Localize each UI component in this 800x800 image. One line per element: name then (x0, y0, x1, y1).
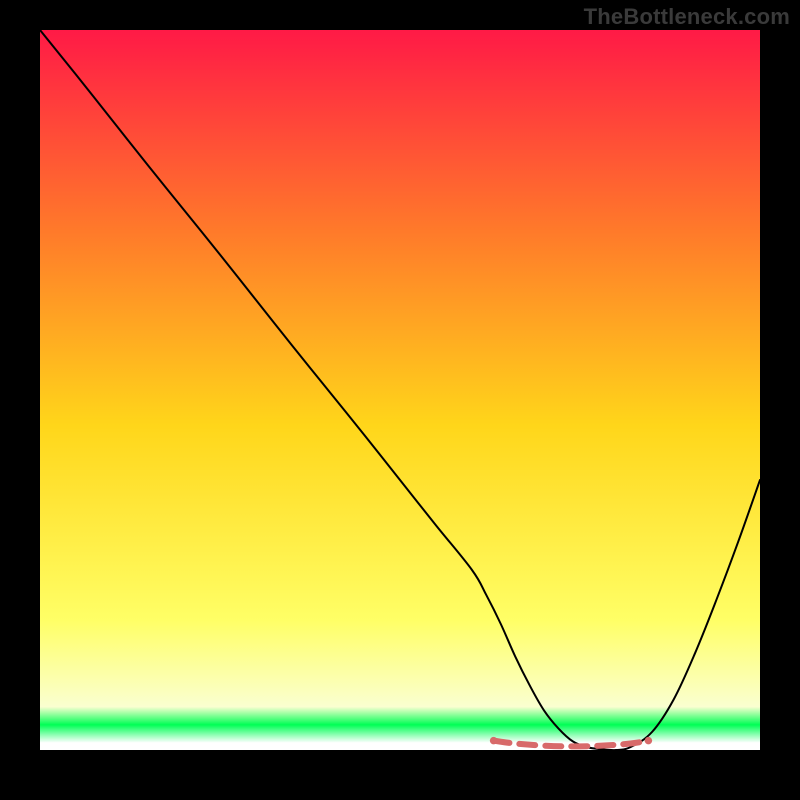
watermark-text: TheBottleneck.com (584, 4, 790, 30)
series-optimal-band-marker-endcap (645, 737, 653, 745)
chart-svg (40, 30, 760, 750)
series-optimal-band-marker-endcap (490, 737, 498, 745)
plot-area (40, 30, 760, 750)
gradient-background (40, 30, 760, 750)
chart-container: TheBottleneck.com (0, 0, 800, 800)
